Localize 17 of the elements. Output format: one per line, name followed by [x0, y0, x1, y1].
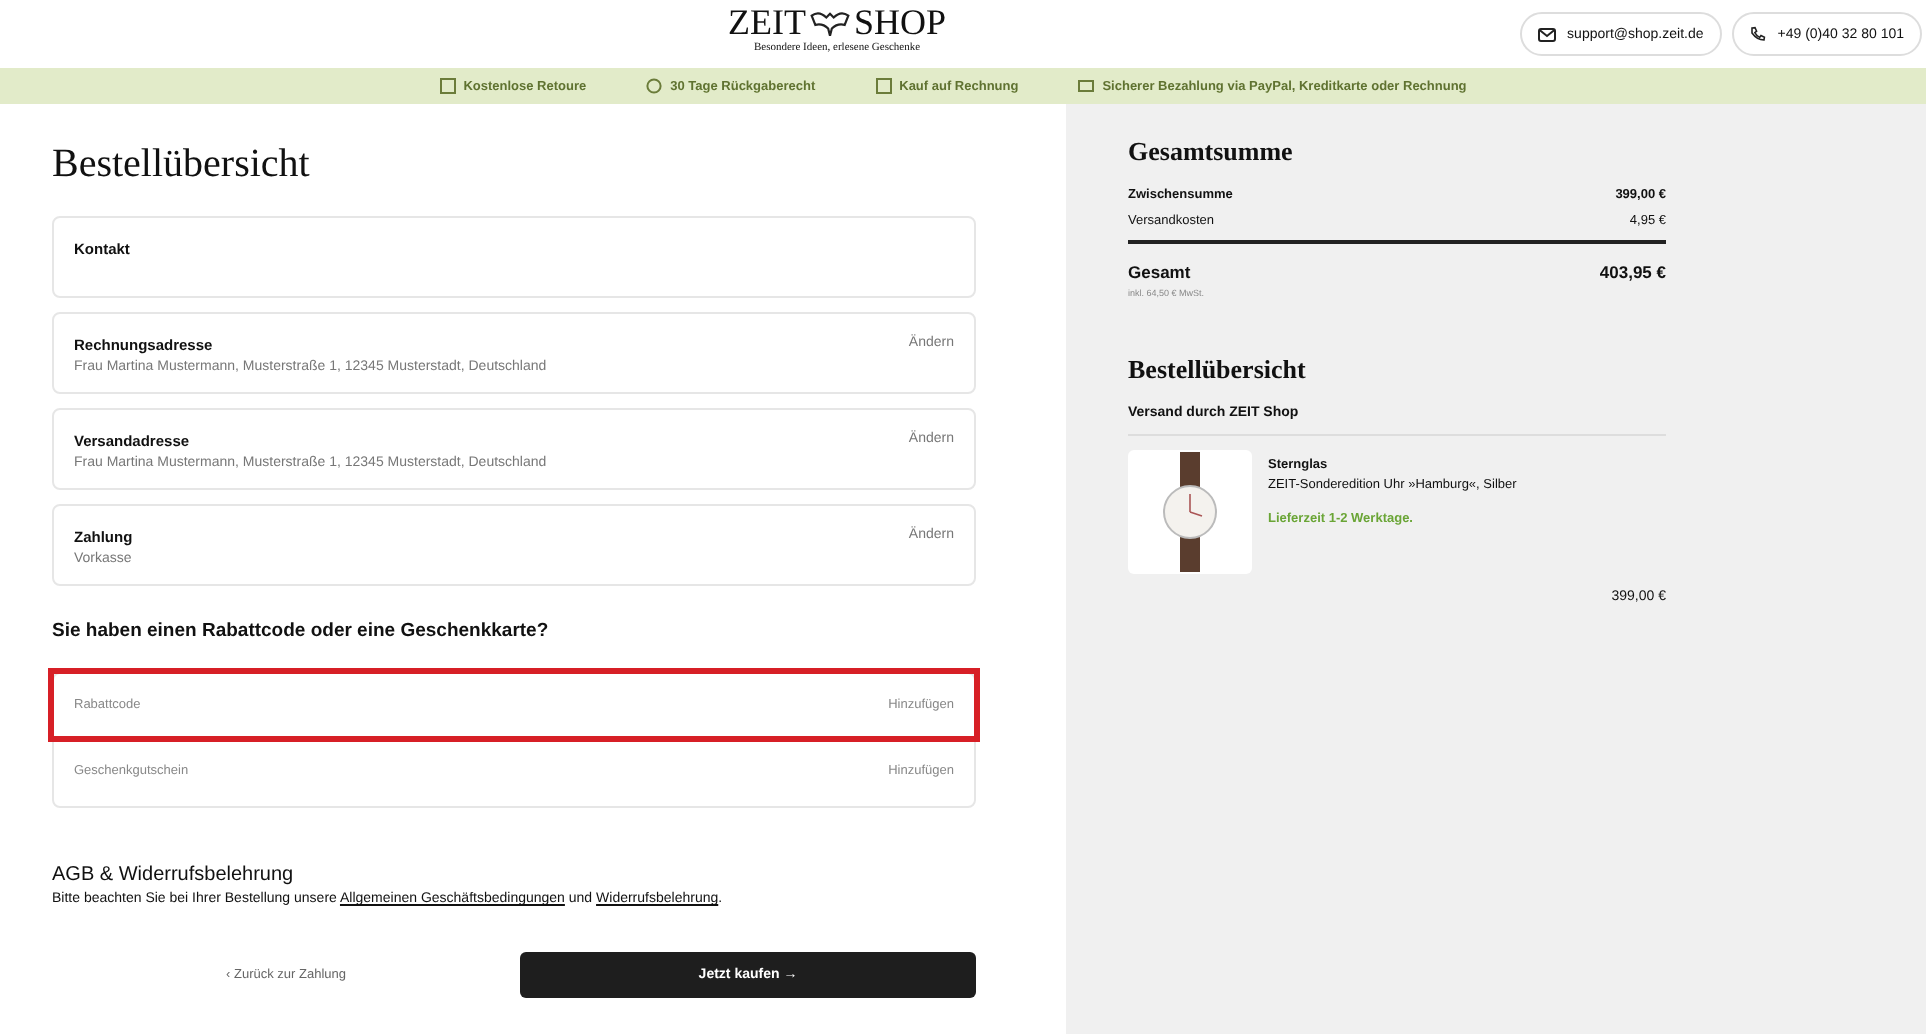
product-image [1128, 450, 1252, 574]
benefit-icon [1078, 78, 1095, 94]
page-title: Bestellübersicht [52, 140, 312, 188]
summary-title: Gesamtsumme [1128, 136, 1295, 168]
phone-icon [1749, 26, 1766, 42]
benefit-icon [646, 78, 663, 94]
eagle-emblem-icon [807, 8, 852, 38]
logo-text[interactable]: SHOP [853, 4, 947, 42]
mail-icon [1537, 27, 1556, 41]
benefit-icon [439, 78, 456, 94]
benefit-icon [875, 78, 892, 94]
order-title: Bestellübersicht [1128, 354, 1308, 386]
total-label: Gesamt [1128, 262, 1191, 282]
discount-heading: Sie haben einen Rabattcode oder eine Geschenkkarte? [52, 620, 551, 642]
logo-text[interactable]: ZEIT [728, 4, 806, 42]
total-value: 403,95 € [1599, 262, 1666, 282]
terms-heading: AGB & Widerrufsbelehrung [52, 864, 296, 886]
